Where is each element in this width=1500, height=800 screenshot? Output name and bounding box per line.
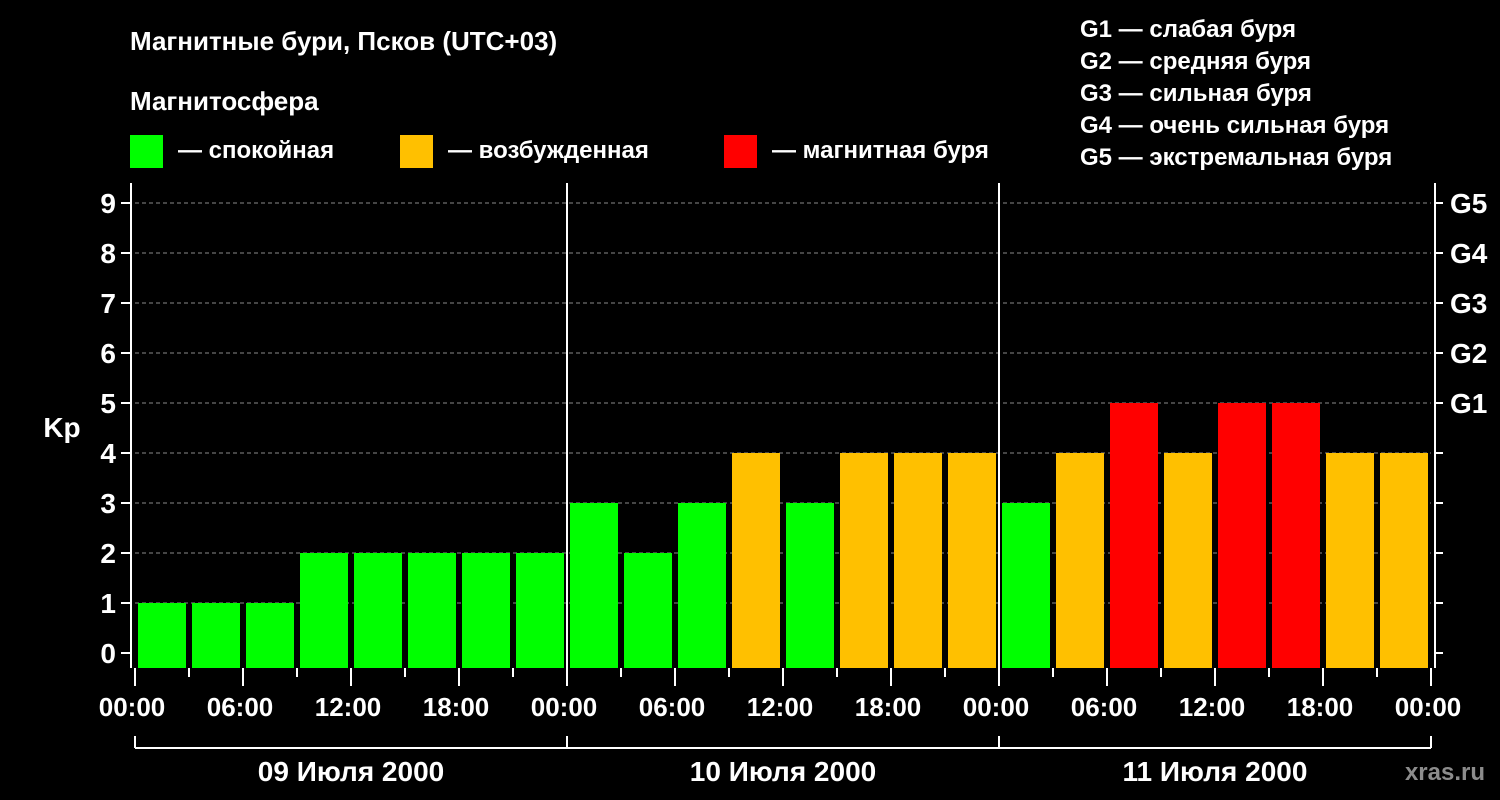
- kp-bar: [138, 603, 186, 668]
- g-legend-g3: G3 — сильная буря: [1080, 80, 1312, 107]
- y-tick-label: 9: [100, 188, 116, 219]
- kp-bar: [462, 553, 510, 668]
- x-tick-label: 12:00: [1179, 692, 1246, 722]
- g-tick-label: G5: [1450, 188, 1487, 219]
- y-tick-label: 1: [100, 588, 116, 619]
- x-tick-label: 00:00: [1395, 692, 1462, 722]
- kp-bar: [408, 553, 456, 668]
- kp-bar: [1056, 453, 1104, 668]
- brand-watermark: xras.ru: [1405, 759, 1485, 786]
- g-legend-g2: G2 — средняя буря: [1080, 48, 1311, 75]
- kp-bar: [840, 453, 888, 668]
- kp-bar: [246, 603, 294, 668]
- y-tick-label: 4: [100, 438, 116, 469]
- g-scale-legend: G1 — слабая буря G2 — средняя буря G3 — …: [1080, 16, 1392, 171]
- y-tick-label: 6: [100, 338, 116, 369]
- kp-bar: [570, 503, 618, 668]
- g-tick-label: G3: [1450, 288, 1487, 319]
- y-tick-label: 7: [100, 288, 116, 319]
- y-tick-label: 0: [100, 638, 116, 669]
- g-tick-label: G1: [1450, 388, 1487, 419]
- day-label: 09 Июля 2000: [258, 756, 444, 787]
- legend-swatch-quiet: [130, 135, 163, 168]
- g-ticks: G1 G2 G3 G4 G5: [1435, 188, 1488, 654]
- x-tick-label: 18:00: [855, 692, 922, 722]
- day-label: 10 Июля 2000: [690, 756, 876, 787]
- x-tick-label: 18:00: [1287, 692, 1354, 722]
- kp-bar: [1326, 453, 1374, 668]
- kp-bar: [1380, 453, 1428, 668]
- kp-bar: [732, 453, 780, 668]
- legend-label-storm: — магнитная буря: [772, 137, 989, 164]
- x-tick-label: 12:00: [747, 692, 814, 722]
- kp-bar: [192, 603, 240, 668]
- x-tick-label: 06:00: [639, 692, 706, 722]
- y-axis-label: Kp: [43, 412, 80, 443]
- kp-chart: Магнитные бури, Псков (UTC+03) Магнитосф…: [43, 16, 1488, 787]
- g-tick-label: G4: [1450, 238, 1488, 269]
- kp-bar: [1164, 453, 1212, 668]
- kp-bar: [1002, 503, 1050, 668]
- kp-bar: [786, 503, 834, 668]
- chart-subtitle: Магнитосфера: [130, 86, 319, 116]
- x-tick-label: 00:00: [99, 692, 166, 722]
- color-legend: — спокойная — возбужденная — магнитная б…: [130, 135, 989, 168]
- y-ticks: 0 1 2 3 4 5 6 7 8 9: [100, 188, 131, 669]
- kp-bar: [624, 553, 672, 668]
- kp-bar: [948, 453, 996, 668]
- day-label: 11 Июля 2000: [1123, 756, 1308, 787]
- kp-bar: [300, 553, 348, 668]
- g-legend-g1: G1 — слабая буря: [1080, 16, 1296, 43]
- legend-swatch-storm: [724, 135, 757, 168]
- g-legend-g5: G5 — экстремальная буря: [1080, 144, 1392, 171]
- kp-bar: [516, 553, 564, 668]
- chart-title: Магнитные бури, Псков (UTC+03): [130, 26, 557, 56]
- legend-swatch-unsettled: [400, 135, 433, 168]
- legend-label-quiet: — спокойная: [178, 137, 334, 164]
- y-tick-label: 3: [100, 488, 116, 519]
- y-tick-label: 8: [100, 238, 116, 269]
- x-ticks: 00:00 06:00 12:00 18:00 00:00 06:00 12:00 18:00…: [99, 668, 1462, 722]
- day-labels: 09 Июля 2000 10 Июля 2000 11 Июля 2000: [134, 736, 1432, 787]
- kp-bar: [1110, 403, 1158, 668]
- g-tick-label: G2: [1450, 338, 1487, 369]
- bars: [138, 403, 1428, 668]
- legend-label-unsettled: — возбужденная: [448, 137, 649, 164]
- y-tick-label: 2: [100, 538, 116, 569]
- x-tick-label: 06:00: [1071, 692, 1138, 722]
- kp-bar: [1272, 403, 1320, 668]
- x-tick-label: 00:00: [963, 692, 1030, 722]
- g-legend-g4: G4 — очень сильная буря: [1080, 112, 1389, 139]
- x-tick-label: 00:00: [531, 692, 598, 722]
- kp-bar: [1218, 403, 1266, 668]
- x-tick-label: 06:00: [207, 692, 274, 722]
- kp-bar: [354, 553, 402, 668]
- y-tick-label: 5: [100, 388, 116, 419]
- x-tick-label: 12:00: [315, 692, 382, 722]
- kp-bar: [894, 453, 942, 668]
- kp-bar: [678, 503, 726, 668]
- x-tick-label: 18:00: [423, 692, 490, 722]
